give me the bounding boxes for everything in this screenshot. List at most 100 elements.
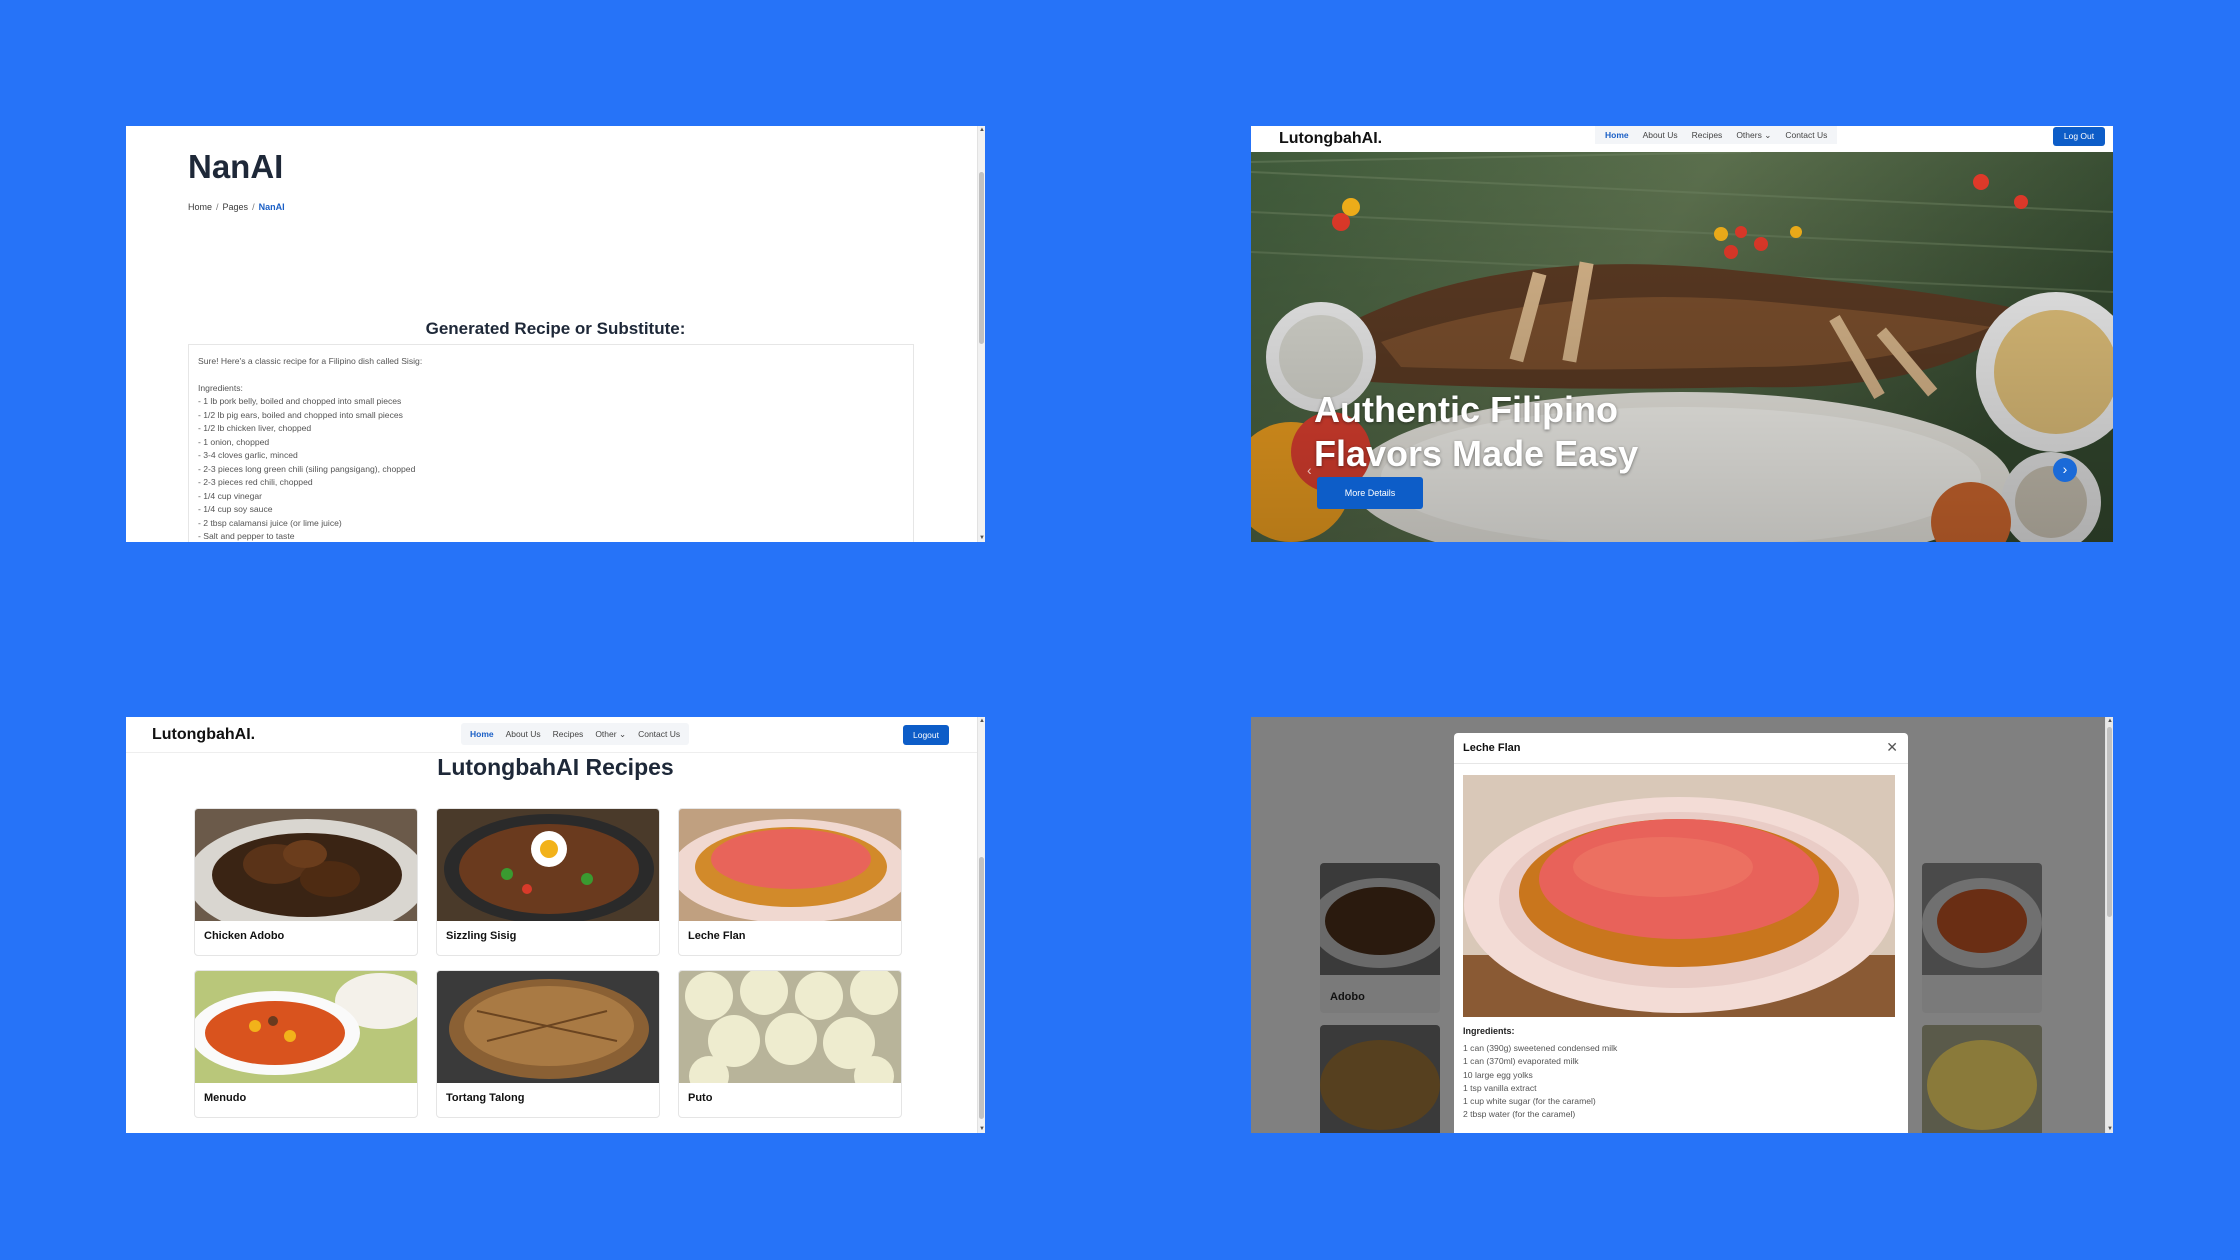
recipe-image [679,971,901,1083]
breadcrumb-home[interactable]: Home [188,202,212,212]
nav-other[interactable]: Other ⌄ [595,729,626,740]
nav-home[interactable]: Home [470,729,494,739]
more-details-button[interactable]: More Details [1317,477,1423,509]
logout-button[interactable]: Log Out [2053,127,2105,146]
nav-menu: Home About Us Recipes Other ⌄ Contact Us [461,723,690,745]
scroll-down-arrow-icon[interactable]: ▼ [2106,1125,2113,1133]
recipe-card-menudo[interactable]: Menudo [194,970,418,1118]
page-title: LutongbahAI Recipes [437,754,674,780]
recipe-intro: Sure! Here's a classic recipe for a Fili… [198,356,423,366]
breadcrumb-pages[interactable]: Pages [223,202,249,212]
ingredients-list: 1 can (390g) sweetened condensed milk 1 … [1463,1042,1617,1122]
nav-contact[interactable]: Contact Us [1785,130,1827,140]
scrollbar-thumb[interactable] [979,857,984,1119]
nav-menu: Home About Us Recipes Others ⌄ Contact U… [1595,126,1838,144]
home-page-screenshot: LutongbahAI. Home About Us Recipes Other… [1251,126,2113,542]
ingredient-line: 1 tsp vanilla extract [1463,1082,1537,1093]
recipe-image [195,971,417,1083]
scroll-down-arrow-icon[interactable]: ▼ [978,534,985,542]
carousel-prev-icon[interactable]: ‹ [1307,458,1323,482]
recipe-card-tortang-talong[interactable]: Tortang Talong [436,970,660,1118]
recipe-card-puto[interactable]: Puto [678,970,902,1118]
background-recipe-card [1922,863,2042,1013]
recipe-name: Leche Flan [688,930,746,942]
background-recipe-card [1320,1025,1440,1133]
ingredient-line: - 1/4 cup vinegar [198,490,263,501]
ingredient-line: - 2 tbsp calamansi juice (or lime juice) [198,517,342,528]
scroll-up-arrow-icon[interactable]: ▲ [978,717,985,725]
recipe-image [437,809,659,921]
ingredient-line: - 1 lb pork belly, boiled and chopped in… [198,396,402,406]
scrollbar[interactable]: ▲ ▼ [2105,717,2113,1133]
recipe-modal: Leche Flan ✕ Ingredients: 1 can (390g) s… [1454,733,1908,1133]
ingredients-label: Ingredients: [198,382,243,393]
generated-recipe-output: Sure! Here's a classic recipe for a Fili… [188,344,914,542]
chevron-down-icon: ⌄ [618,728,627,739]
recipe-card-leche-flan[interactable]: Leche Flan [678,808,902,956]
hero-headline-line-2: Flavors Made Easy [1314,433,1639,474]
modal-title: Leche Flan [1463,742,1521,754]
recipe-grid: Chicken Adobo Sizzling Sisig Leche Flan … [194,808,902,1118]
scrollbar-thumb[interactable] [2107,727,2112,917]
close-icon[interactable]: ✕ [1886,739,1898,756]
nav-home[interactable]: Home [1605,130,1629,140]
ingredient-line: 2 tbsp water (for the caramel) [1463,1109,1576,1120]
recipe-name: Menudo [204,1092,247,1104]
scrollbar-thumb[interactable] [979,172,984,344]
ingredient-line: - Salt and pepper to taste [198,531,295,541]
nav-others[interactable]: Others ⌄ [1736,130,1771,141]
recipe-card-sizzling-sisig[interactable]: Sizzling Sisig [436,808,660,956]
ingredient-line: - 1/2 lb chicken liver, chopped [198,423,312,433]
ingredients-label: Ingredients: [1463,1026,1515,1036]
recipe-image [1463,775,1895,1017]
ingredient-line: - 1/2 lb pig ears, boiled and chopped in… [198,409,403,420]
carousel-next-icon[interactable]: › [2053,458,2077,482]
recipe-card-chicken-adobo[interactable]: Chicken Adobo [194,808,418,956]
ingredient-line: - 2-3 pieces long green chili (siling pa… [198,463,416,474]
ingredient-line: - 2-3 pieces red chili, chopped [198,477,313,487]
ingredient-line: - 3-4 cloves garlic, minced [198,450,298,460]
background-recipe-card: Adobo [1320,863,1440,1013]
scroll-down-arrow-icon[interactable]: ▼ [978,1125,985,1133]
nav-recipes[interactable]: Recipes [553,729,584,739]
background-recipe-card [1922,1025,2042,1133]
ingredient-line: - 1/4 cup soy sauce [198,504,273,514]
nanai-page-screenshot: NanAI Home / Pages / NanAI Generated Recipe … [126,126,985,542]
recipe-name: Tortang Talong [446,1092,525,1104]
recipes-page-screenshot: LutongbahAI. Home About Us Recipes Other… [126,717,985,1133]
breadcrumb: Home / Pages / NanAI [188,202,285,212]
recipe-image [437,971,659,1083]
ingredient-line: 1 can (370ml) evaporated milk [1463,1056,1579,1067]
recipe-name: Adobo [1330,991,1365,1003]
hero-headline: Authentic Filipino Flavors Made Easy [1314,388,1638,476]
recipe-image [679,809,901,921]
ingredient-line: - 1 onion, chopped [198,436,270,447]
logout-button[interactable]: Logout [903,725,949,745]
nav-about[interactable]: About Us [506,729,541,739]
scroll-up-arrow-icon[interactable]: ▲ [978,126,985,134]
recipe-name: Chicken Adobo [204,930,285,942]
recipe-name: Puto [688,1092,713,1104]
hero-carousel: Authentic Filipino Flavors Made Easy Mor… [1251,152,2113,542]
scrollbar[interactable]: ▲ ▼ [977,126,985,542]
generated-recipe-heading: Generated Recipe or Substitute: [425,319,686,338]
nav-contact[interactable]: Contact Us [638,729,680,739]
nav-about[interactable]: About Us [1643,130,1678,140]
brand-logo[interactable]: LutongbahAI. [1279,130,1382,148]
ingredient-line: 10 large egg yolks [1463,1069,1533,1080]
recipe-name: Sizzling Sisig [446,930,517,942]
hero-headline-line-1: Authentic Filipino [1314,389,1618,430]
ingredient-line: 1 cup white sugar (for the caramel) [1463,1096,1596,1107]
navbar: LutongbahAI. Home About Us Recipes Other… [126,717,985,753]
recipe-image [195,809,417,921]
brand-logo[interactable]: LutongbahAI. [152,726,255,744]
page-title: NanAI [188,148,284,185]
navbar: LutongbahAI. Home About Us Recipes Other… [1251,126,2113,152]
breadcrumb-current: NanAI [258,202,285,212]
ingredient-line: 1 can (390g) sweetened condensed milk [1463,1043,1618,1053]
nav-recipes[interactable]: Recipes [1692,130,1723,140]
chevron-down-icon: ⌄ [1764,129,1772,140]
scroll-up-arrow-icon[interactable]: ▲ [2106,717,2113,725]
recipe-modal-screenshot: Adobo Leche Flan ✕ Ingredients: 1 can (3… [1251,717,2113,1133]
scrollbar[interactable]: ▲ ▼ [977,717,985,1133]
